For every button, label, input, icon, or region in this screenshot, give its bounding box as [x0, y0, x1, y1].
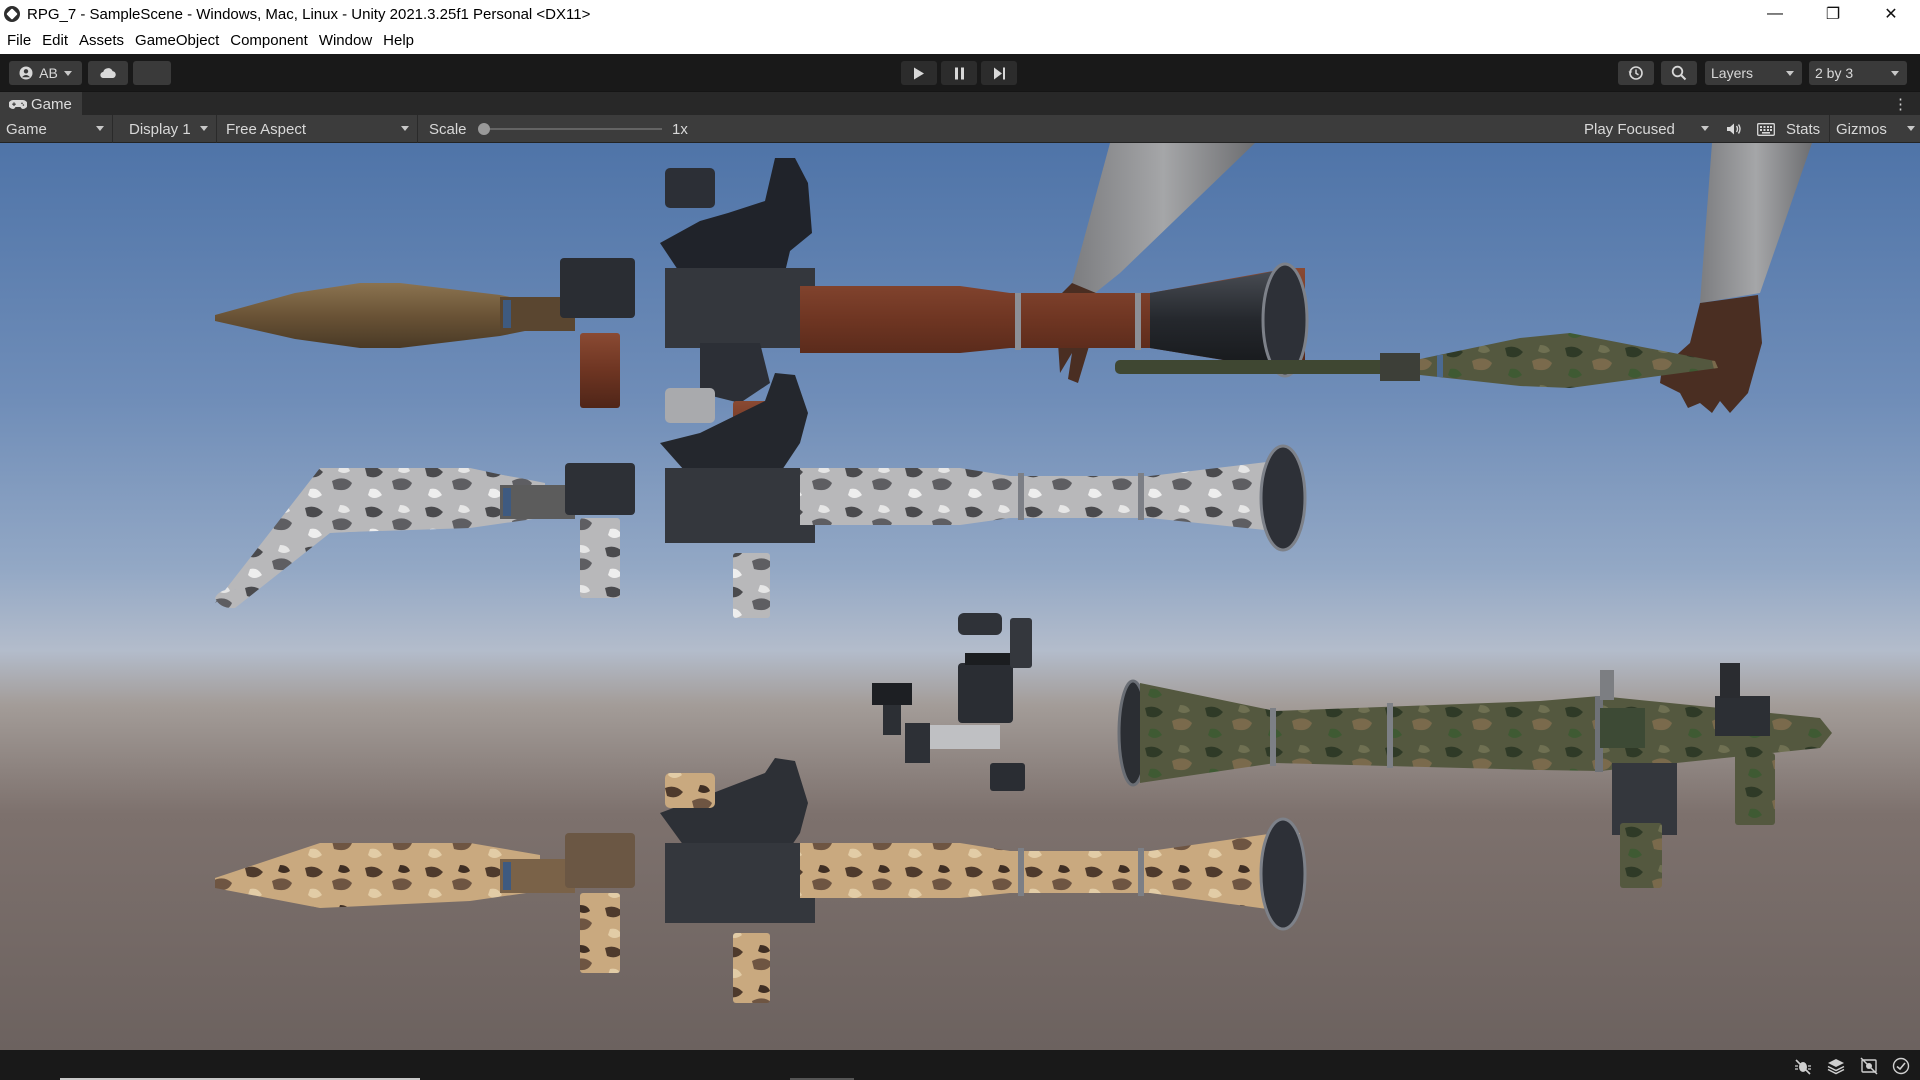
optical-sight-model — [872, 613, 1032, 791]
menu-window[interactable]: Window — [314, 28, 378, 54]
game-tab-header: Game ⋮ — [0, 91, 1920, 116]
aspect-label: Free Aspect — [226, 120, 307, 138]
bug-icon[interactable] — [1793, 1056, 1813, 1076]
menu-help[interactable]: Help — [378, 28, 420, 54]
scale-slider-handle[interactable] — [478, 123, 490, 135]
rpg-launcher-snow — [215, 373, 1307, 618]
chevron-down-icon — [1891, 70, 1899, 76]
tab-game-label: Game — [31, 95, 72, 113]
play-mode-dropdown[interactable]: Play Focused — [1578, 115, 1717, 143]
display-dropdown[interactable]: Display 1 — [119, 115, 217, 143]
pause-button[interactable] — [941, 61, 977, 85]
game-view-toolbar: Game Display 1 Free Aspect Scale 1x Play… — [0, 115, 1920, 143]
scale-label: Scale — [429, 120, 467, 138]
search-button[interactable] — [1661, 61, 1697, 85]
menu-edit[interactable]: Edit — [37, 28, 74, 54]
undo-history-button[interactable] — [1618, 61, 1654, 85]
aspect-dropdown[interactable]: Free Aspect — [218, 115, 418, 143]
chevron-down-icon — [1701, 126, 1709, 131]
display-label: Display 1 — [129, 120, 191, 138]
layout-dropdown[interactable]: 2 by 3 — [1809, 61, 1907, 85]
scale-value: 1x — [672, 120, 688, 138]
layers-dropdown[interactable]: Layers — [1705, 61, 1802, 85]
play-mode-label: Play Focused — [1584, 120, 1675, 138]
shortcuts-button[interactable] — [1753, 115, 1779, 143]
history-icon — [1628, 66, 1643, 80]
view-type-dropdown[interactable]: Game — [0, 115, 113, 143]
scale-slider-track — [482, 128, 662, 130]
search-icon — [1671, 65, 1687, 81]
menu-gameobject[interactable]: GameObject — [130, 28, 225, 54]
play-button[interactable] — [901, 61, 937, 85]
title-bar: RPG_7 - SampleScene - Windows, Mac, Linu… — [0, 0, 1920, 28]
scene-render — [215, 143, 1832, 1003]
restore-button[interactable]: ❐ — [1804, 0, 1862, 28]
minimize-button[interactable]: — — [1746, 0, 1804, 28]
tab-game[interactable]: Game — [0, 92, 82, 116]
view-type-label: Game — [6, 120, 47, 138]
rpg-launcher-desert — [215, 758, 1307, 1003]
chevron-down-icon — [63, 70, 72, 76]
menu-assets[interactable]: Assets — [74, 28, 130, 54]
chevron-down-icon — [96, 126, 104, 131]
account-label: AB — [39, 65, 58, 81]
menu-file[interactable]: File — [2, 28, 37, 54]
chevron-down-icon — [1907, 126, 1915, 131]
game-viewport[interactable] — [0, 143, 1920, 1050]
cloud-button[interactable] — [88, 61, 128, 85]
mute-audio-button[interactable] — [1722, 115, 1746, 143]
scale-slider[interactable] — [478, 115, 666, 143]
gizmos-dropdown[interactable]: Gizmos — [1829, 115, 1920, 143]
layout-label: 2 by 3 — [1815, 65, 1854, 81]
pause-icon — [954, 67, 964, 79]
stats-button[interactable]: Stats — [1786, 115, 1820, 143]
unity-logo-icon — [4, 6, 20, 22]
status-bar — [0, 1050, 1920, 1080]
window-title: RPG_7 - SampleScene - Windows, Mac, Linu… — [27, 5, 591, 23]
account-dropdown[interactable]: AB — [9, 61, 82, 85]
main-toolbar: AB Layers 2 by 3 — [0, 54, 1920, 91]
keyboard-icon — [1757, 122, 1775, 136]
tab-options-button[interactable]: ⋮ — [1893, 95, 1908, 113]
collab-button[interactable] — [133, 61, 171, 85]
chevron-down-icon — [200, 126, 208, 131]
account-icon — [19, 66, 33, 80]
step-button[interactable] — [981, 61, 1017, 85]
chevron-down-icon — [401, 126, 409, 131]
auto-generate-lighting-icon[interactable] — [1859, 1056, 1879, 1076]
layers-stack-icon[interactable] — [1826, 1056, 1846, 1076]
speaker-icon — [1727, 123, 1741, 135]
play-icon — [914, 67, 924, 79]
chevron-down-icon — [1786, 70, 1794, 76]
close-button[interactable]: ✕ — [1862, 0, 1920, 28]
checkmark-circle-icon[interactable] — [1891, 1056, 1911, 1076]
gamepad-icon — [9, 99, 27, 109]
cloud-icon — [100, 68, 116, 79]
menu-bar: File Edit Assets GameObject Component Wi… — [0, 28, 1920, 54]
menu-component[interactable]: Component — [225, 28, 314, 54]
layers-label: Layers — [1711, 65, 1754, 81]
step-icon — [993, 67, 1005, 79]
gizmos-label: Gizmos — [1836, 120, 1887, 138]
